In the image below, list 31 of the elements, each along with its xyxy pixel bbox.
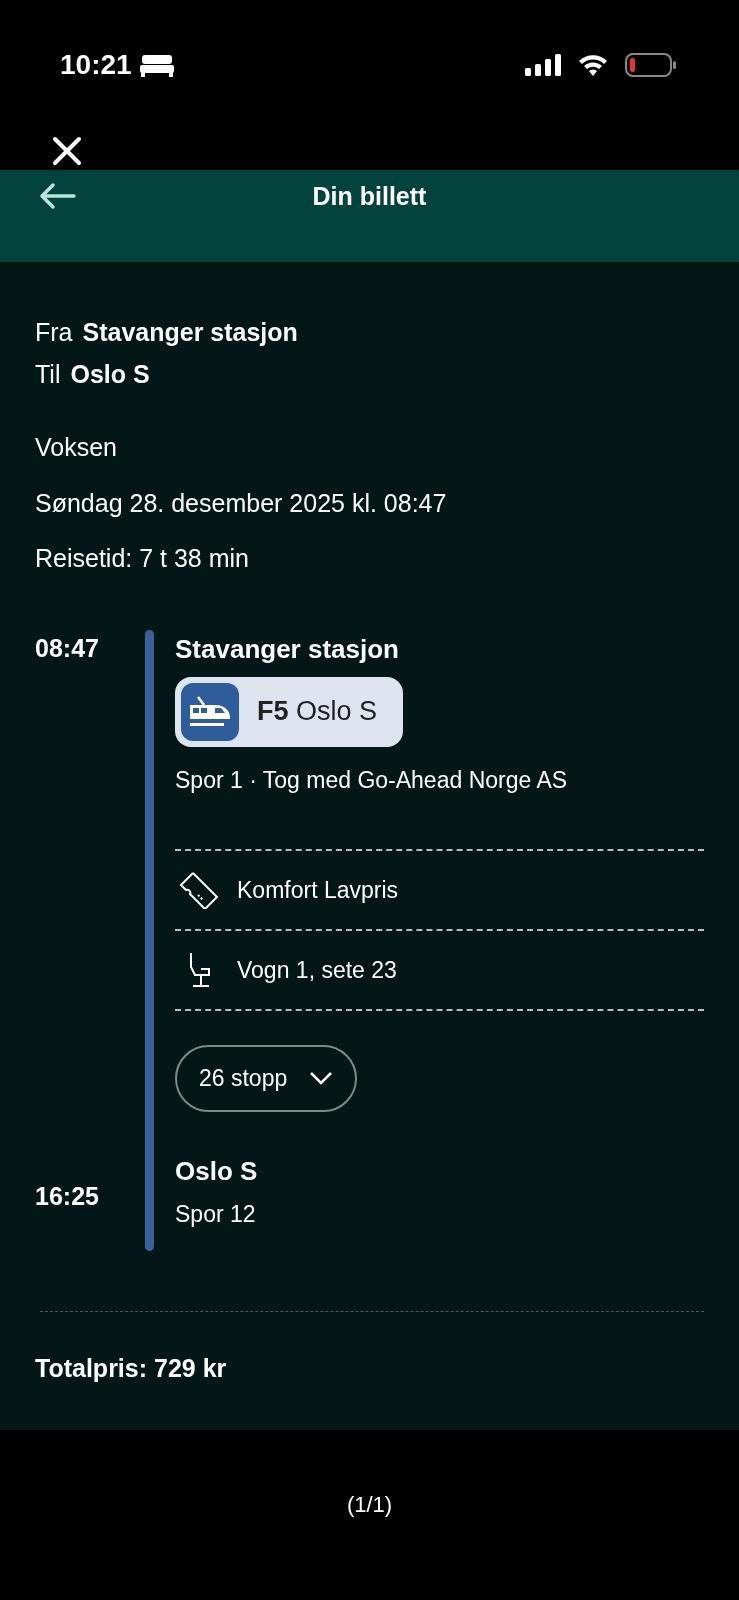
from-station: Stavanger stasjon [82,318,298,346]
departure-station: Stavanger stasjon [175,632,400,666]
departure-info: Spor 1 · Tog med Go-Ahead Norge AS [175,765,569,795]
travel-duration: Reisetid: 7 t 38 min [35,543,250,574]
page-indicator: (1/1) [346,1491,393,1519]
back-arrow-icon[interactable] [38,182,76,210]
travel-date: Søndag 28. desember 2025 kl. 08:47 [35,487,448,519]
departure-time: 08:47 [35,632,100,664]
close-icon[interactable] [52,136,82,166]
to-label: Til [35,359,61,388]
wifi-icon [577,53,609,77]
screen-title: Din billett [312,181,427,212]
arrival-time: 16:25 [35,1180,100,1212]
train-icon [188,694,232,729]
to-station: Oslo S [70,359,150,388]
signal-icon [525,53,561,77]
status-time: 10:21 [60,48,132,82]
chevron-down-icon [309,1071,334,1086]
ticket-icon [179,871,219,909]
arrival-station: Oslo S [175,1154,259,1188]
arrival-platform: Spor 12 [175,1199,257,1229]
line-destination: Oslo S [296,696,378,727]
battery-icon [625,52,677,78]
passenger-type: Voksen [35,432,118,463]
line-code: F5 [257,696,289,727]
from-label: Fra [35,318,73,346]
stops-button[interactable]: 26 stopp [175,1045,358,1112]
total-price: Totalpris: 729 kr [35,1353,228,1384]
detail-text: Komfort Lavpris [237,875,399,905]
detail-text: Vogn 1, sete 23 [237,955,397,985]
bed-icon [139,53,174,77]
